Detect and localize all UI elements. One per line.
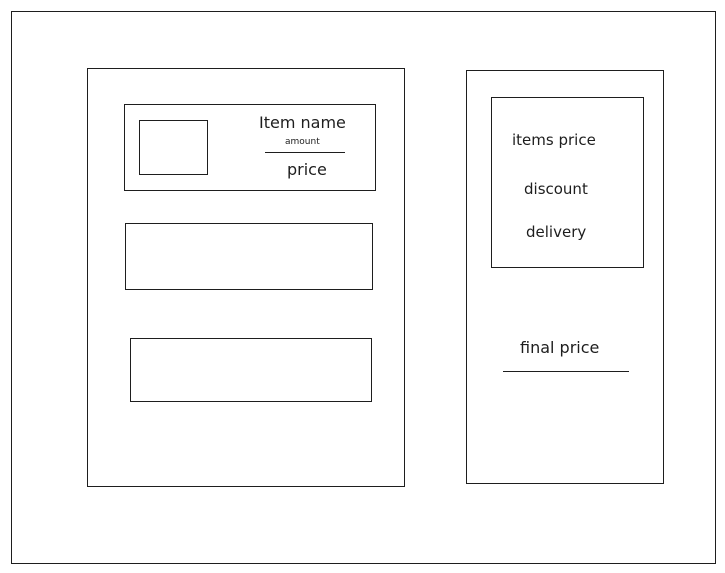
discount-label: discount: [524, 180, 588, 198]
amount-divider: [265, 152, 345, 153]
item-amount: amount: [285, 137, 320, 147]
items-price-label: items price: [512, 131, 596, 149]
final-price-underline: [503, 371, 629, 372]
delivery-label: delivery: [526, 223, 587, 241]
item-price: price: [287, 160, 327, 179]
cart-item-card[interactable]: Item name amount price: [124, 104, 376, 191]
cart-item-card-2[interactable]: [125, 223, 373, 290]
cart-item-card-3[interactable]: [130, 338, 372, 402]
item-name: Item name: [259, 113, 346, 132]
final-price-label: final price: [520, 338, 600, 357]
item-image-placeholder: [139, 120, 208, 175]
price-breakdown-box: items price discount delivery: [491, 97, 644, 268]
